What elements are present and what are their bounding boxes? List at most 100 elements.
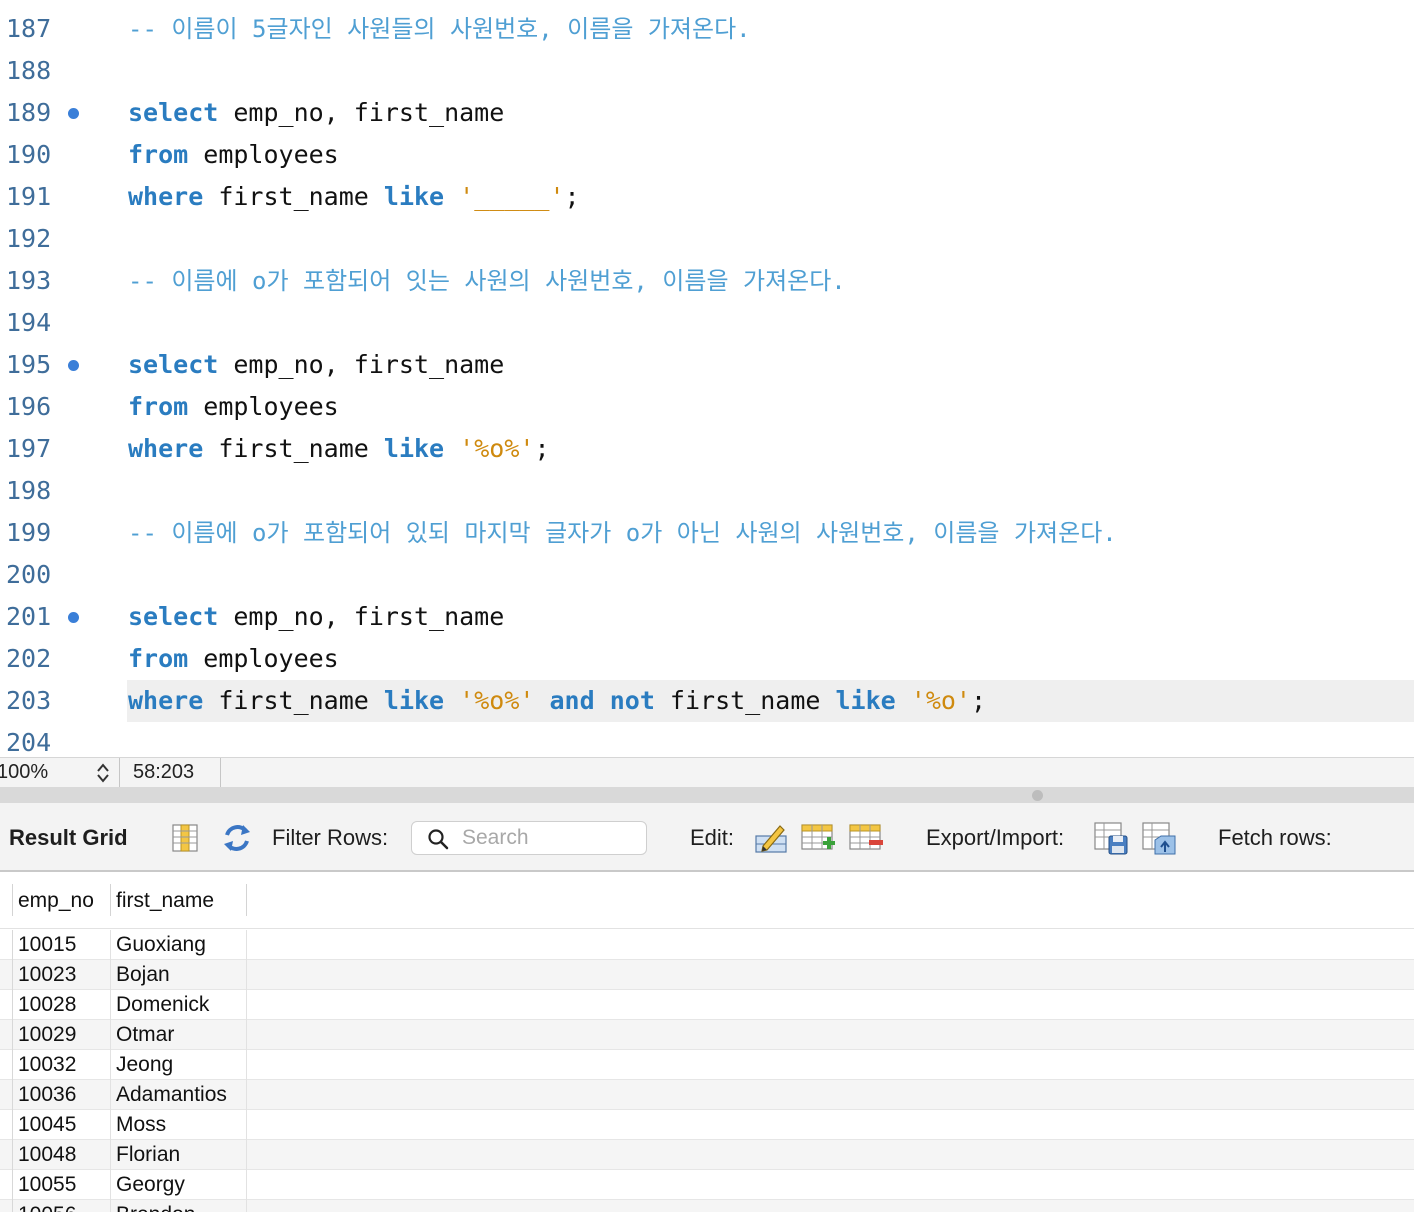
cell-emp-no[interactable]: 10056 [18,1200,76,1212]
row-selector[interactable] [0,990,13,1020]
result-grid-tab[interactable]: Result Grid [9,803,128,873]
code-line[interactable]: 197 where first_name like '%o%'; [0,428,1414,470]
table-row[interactable]: 10032 Jeong [0,1050,1414,1080]
code-text[interactable]: from employees [128,638,339,680]
export-icon[interactable] [1093,820,1129,856]
table-row[interactable]: 10029 Otmar [0,1020,1414,1050]
code-text[interactable]: from employees [128,386,339,428]
code-line[interactable]: 188 [0,50,1414,92]
statement-marker-icon[interactable] [68,108,79,119]
code-line[interactable]: 199 -- 이름에 o가 포함되어 있되 마지막 글자가 o가 아닌 사원의 사… [0,512,1414,554]
table-row[interactable]: 10045 Moss [0,1110,1414,1140]
cell-first-name[interactable]: Otmar [116,1020,174,1050]
search-input[interactable] [462,822,642,854]
cell-emp-no[interactable]: 10029 [18,1020,76,1050]
row-selector[interactable] [0,1020,13,1050]
code-line[interactable]: 202 from employees [0,638,1414,680]
sql-editor[interactable]: 187 -- 이름이 5글자인 사원들의 사원번호, 이름을 가져온다. 188 18… [0,0,1414,757]
table-row[interactable]: 10056 Brendon [0,1200,1414,1212]
statement-marker-icon[interactable] [68,612,79,623]
editor-gutter[interactable]: 197 [0,428,127,470]
editor-gutter[interactable]: 195 [0,344,127,386]
code-line[interactable]: 198 [0,470,1414,512]
code-text[interactable]: where first_name like '%o%'; [128,428,550,470]
cell-emp-no[interactable]: 10055 [18,1170,76,1200]
column-header-first-name[interactable]: first_name [116,886,214,916]
cell-first-name[interactable]: Jeong [116,1050,173,1080]
code-line[interactable]: 203 where first_name like '%o%' and not f… [0,680,1414,722]
editor-gutter[interactable]: 202 [0,638,127,680]
editor-gutter[interactable]: 201 [0,596,127,638]
column-header-emp-no[interactable]: emp_no [18,886,94,916]
panel-splitter[interactable] [0,787,1414,803]
table-row[interactable]: 10015 Guoxiang [0,930,1414,960]
editor-gutter[interactable]: 200 [0,554,127,596]
cell-first-name[interactable]: Guoxiang [116,930,206,960]
code-line[interactable]: 196 from employees [0,386,1414,428]
cell-emp-no[interactable]: 10032 [18,1050,76,1080]
code-text[interactable]: -- 이름이 5글자인 사원들의 사원번호, 이름을 가져온다. [128,8,751,50]
splitter-handle-icon[interactable] [1032,790,1043,801]
statement-marker-icon[interactable] [68,360,79,371]
cell-emp-no[interactable]: 10028 [18,990,76,1020]
filter-search-box[interactable] [411,821,647,855]
code-line[interactable]: 193 -- 이름에 o가 포함되어 잇는 사원의 사원번호, 이름을 가져온다. [0,260,1414,302]
result-grid[interactable]: emp_no first_name 10015 Guoxiang 10023 Boja… [0,872,1414,1212]
cell-emp-no[interactable]: 10015 [18,930,76,960]
cell-first-name[interactable]: Florian [116,1140,180,1170]
column-divider[interactable] [110,884,111,916]
editor-gutter[interactable]: 198 [0,470,127,512]
code-text[interactable]: select emp_no, first_name [128,92,504,134]
column-divider[interactable] [246,884,247,916]
editor-gutter[interactable]: 194 [0,302,127,344]
cell-first-name[interactable]: Brendon [116,1200,195,1212]
cell-first-name[interactable]: Adamantios [116,1080,227,1110]
code-line[interactable]: 191 where first_name like '_____'; [0,176,1414,218]
import-icon[interactable] [1141,820,1177,856]
code-text[interactable]: -- 이름에 o가 포함되어 잇는 사원의 사원번호, 이름을 가져온다. [128,260,846,302]
table-row[interactable]: 10048 Florian [0,1140,1414,1170]
code-text[interactable]: select emp_no, first_name [128,344,504,386]
add-row-icon[interactable] [800,820,836,856]
editor-gutter[interactable]: 188 [0,50,127,92]
code-line[interactable]: 194 [0,302,1414,344]
zoom-stepper-icon[interactable] [94,761,112,785]
row-selector[interactable] [0,1050,13,1080]
row-selector[interactable] [0,930,13,960]
row-selector[interactable] [0,1110,13,1140]
editor-gutter[interactable]: 187 [0,8,127,50]
cell-first-name[interactable]: Moss [116,1110,166,1140]
cell-emp-no[interactable]: 10036 [18,1080,76,1110]
cell-first-name[interactable]: Bojan [116,960,170,990]
table-row[interactable]: 10055 Georgy [0,1170,1414,1200]
editor-gutter[interactable]: 190 [0,134,127,176]
editor-gutter[interactable]: 204 [0,722,127,757]
code-line[interactable]: 187 -- 이름이 5글자인 사원들의 사원번호, 이름을 가져온다. [0,8,1414,50]
code-line[interactable]: 189 select emp_no, first_name [0,92,1414,134]
table-row[interactable]: 10023 Bojan [0,960,1414,990]
row-selector[interactable] [0,1140,13,1170]
code-line[interactable]: 200 [0,554,1414,596]
code-line[interactable]: 190 from employees [0,134,1414,176]
editor-gutter[interactable]: 196 [0,386,127,428]
cell-emp-no[interactable]: 10048 [18,1140,76,1170]
code-line[interactable]: 201 select emp_no, first_name [0,596,1414,638]
table-row[interactable]: 10028 Domenick [0,990,1414,1020]
code-line[interactable]: 192 [0,218,1414,260]
table-row[interactable]: 10036 Adamantios [0,1080,1414,1110]
edit-row-icon[interactable] [753,820,789,856]
editor-gutter[interactable]: 189 [0,92,127,134]
refresh-icon[interactable] [219,820,255,856]
zoom-level[interactable]: 100% [0,758,48,786]
code-text[interactable]: where first_name like '_____'; [128,176,580,218]
cell-first-name[interactable]: Georgy [116,1170,185,1200]
row-selector[interactable] [0,960,13,990]
row-selector[interactable] [0,1080,13,1110]
code-text[interactable]: from employees [128,134,339,176]
editor-gutter[interactable]: 192 [0,218,127,260]
editor-gutter[interactable]: 193 [0,260,127,302]
code-text[interactable]: where first_name like '%o%' and not firs… [128,680,986,722]
editor-gutter[interactable]: 191 [0,176,127,218]
cell-first-name[interactable]: Domenick [116,990,209,1020]
editor-gutter[interactable]: 199 [0,512,127,554]
